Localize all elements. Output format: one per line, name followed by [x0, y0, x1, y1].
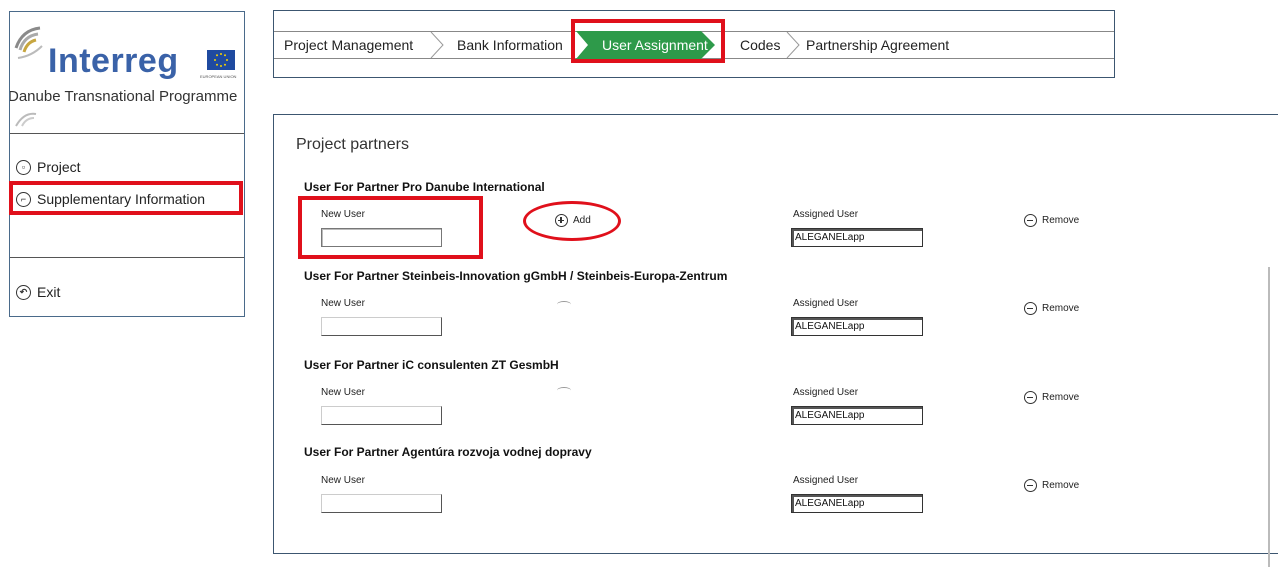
new-user-label: New User [321, 209, 365, 220]
tab-partnership-agreement[interactable]: Partnership Agreement [806, 32, 949, 58]
eu-flag-icon [207, 50, 235, 70]
new-user-input[interactable] [321, 317, 442, 336]
remove-label: Remove [1042, 480, 1080, 491]
tab-user-assignment[interactable]: User Assignment [576, 31, 715, 59]
remove-label: Remove [1042, 215, 1080, 226]
sidebar: Interreg EUROPEAN UNION Danube Transnati… [9, 11, 245, 317]
new-user-label: New User [321, 298, 365, 309]
new-user-label: New User [321, 387, 365, 398]
chevron-right-icon [430, 32, 444, 58]
chevron-right-icon [786, 32, 800, 58]
info-icon: ⌐ [16, 191, 31, 207]
assigned-user-field[interactable]: ALEGANELapp [791, 317, 923, 336]
tab-project-management[interactable]: Project Management [284, 32, 413, 58]
partner-title: User For Partner Pro Danube Internationa… [304, 180, 545, 194]
remove-button[interactable]: Remove [1024, 391, 1079, 404]
minus-icon [1024, 214, 1037, 227]
partner-title: User For Partner iC consulenten ZT Gesmb… [304, 358, 559, 372]
tab-user-assignment-label: User Assignment [602, 37, 708, 53]
scrollbar[interactable] [1268, 267, 1270, 567]
breadcrumb-bar: Project Management Bank Information User… [274, 31, 1114, 59]
new-user-input[interactable] [321, 228, 442, 247]
assigned-user-label: Assigned User [793, 387, 859, 398]
document-icon: ▫ [16, 159, 31, 175]
logo-swirl-small-icon [15, 112, 37, 127]
new-user-input[interactable] [321, 406, 442, 425]
interreg-logo: Interreg EUROPEAN UNION Danube Transnati… [10, 12, 246, 130]
remove-label: Remove [1042, 303, 1080, 314]
faded-add-icon [557, 301, 571, 308]
logo-swirl-icon [14, 26, 43, 59]
add-label: Add [573, 215, 591, 226]
plus-icon [555, 214, 568, 227]
minus-icon [1024, 479, 1037, 492]
assigned-user-field[interactable]: ALEGANELapp [791, 494, 923, 513]
faded-add-icon [557, 387, 571, 394]
remove-button[interactable]: Remove [1024, 302, 1079, 315]
add-button[interactable]: Add [555, 214, 591, 227]
minus-icon [1024, 391, 1037, 404]
assigned-user-field[interactable]: ALEGANELapp [791, 228, 923, 247]
exit-label: Exit [37, 284, 61, 300]
panel-title: Project partners [296, 136, 409, 153]
sidebar-item-supplementary-information[interactable]: ⌐ Supplementary Information [16, 191, 205, 207]
sidebar-item-label: Project [37, 159, 81, 175]
sidebar-item-label: Supplementary Information [37, 191, 206, 207]
remove-label: Remove [1042, 392, 1080, 403]
back-arrow-icon: ↶ [16, 284, 31, 300]
exit-button[interactable]: ↶ Exit [16, 284, 60, 300]
flag-caption: EUROPEAN UNION [200, 74, 237, 79]
remove-button[interactable]: Remove [1024, 479, 1079, 492]
assigned-user-label: Assigned User [793, 475, 859, 486]
assigned-user-label: Assigned User [793, 209, 859, 220]
breadcrumb: Project Management Bank Information User… [273, 10, 1115, 78]
new-user-label: New User [321, 475, 365, 486]
tab-codes[interactable]: Codes [740, 32, 780, 58]
minus-icon [1024, 302, 1037, 315]
sidebar-item-project[interactable]: ▫ Project [16, 159, 81, 175]
tab-bank-information[interactable]: Bank Information [457, 32, 563, 58]
sidebar-divider [10, 257, 244, 258]
brand-name: Interreg [48, 42, 179, 80]
partner-title: User For Partner Steinbeis-Innovation gG… [304, 269, 728, 283]
sidebar-divider [10, 133, 244, 134]
remove-button[interactable]: Remove [1024, 214, 1079, 227]
partner-title: User For Partner Agentúra rozvoja vodnej… [304, 445, 592, 459]
project-partners-panel: Project partners User For Partner Pro Da… [273, 114, 1278, 567]
new-user-input[interactable] [321, 494, 442, 513]
programme-name: Danube Transnational Programme [10, 88, 238, 105]
assigned-user-label: Assigned User [793, 298, 859, 309]
assigned-user-field[interactable]: ALEGANELapp [791, 406, 923, 425]
